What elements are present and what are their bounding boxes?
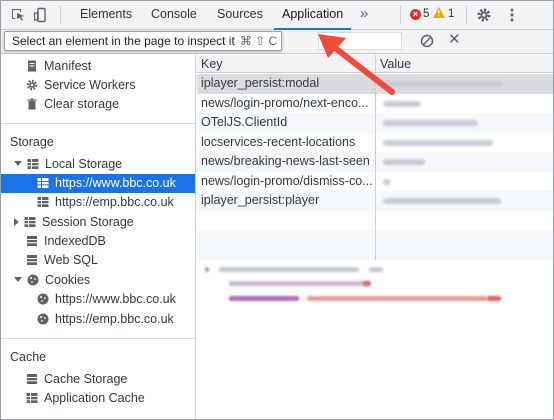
blurred-preview-text <box>229 281 369 286</box>
column-header-key[interactable]: Key <box>197 55 376 73</box>
tab-application[interactable]: Application <box>274 0 352 30</box>
sidebar-item-indexeddb[interactable]: IndexedDB <box>26 232 106 251</box>
blurred-value <box>383 100 421 107</box>
sidebar-item-cookies-emp[interactable]: https://emp.bbc.co.uk <box>37 310 174 329</box>
expand-triangle-icon[interactable] <box>14 161 22 167</box>
devtools-tab-bar: Elements Console Sources Application » ×… <box>0 0 554 30</box>
blurred-preview-text <box>229 296 299 301</box>
sidebar-item-cookies[interactable]: Cookies <box>14 271 90 290</box>
inspect-tooltip: Select an element in the page to inspect… <box>4 31 282 51</box>
tab-sources[interactable]: Sources <box>217 0 263 30</box>
table-cell-key: locservices-recent-locations <box>201 134 356 149</box>
grid-icon <box>37 177 49 188</box>
filter-input[interactable] <box>318 32 402 50</box>
blurred-value <box>383 198 501 204</box>
error-icon: × <box>410 9 421 20</box>
table-cell-key: news/login-promo/next-enco... <box>201 95 369 110</box>
grid-icon <box>26 392 38 403</box>
sidebar-item-cookies-bbc[interactable]: https://www.bbc.co.uk <box>37 290 176 309</box>
table-cell-key: news/breaking-news-last-seen <box>201 154 370 168</box>
clear-all-icon[interactable] <box>420 34 434 48</box>
application-sidebar: Manifest Service Workers Clear storage S… <box>0 55 196 420</box>
collapse-triangle-icon[interactable] <box>14 217 19 226</box>
blurred-value <box>383 139 493 146</box>
blurred-value <box>383 159 425 165</box>
more-tabs-button[interactable]: » <box>360 0 368 30</box>
tab-elements[interactable]: Elements <box>80 0 132 30</box>
sidebar-item-local-storage-bbc[interactable]: https://www.bbc.co.uk <box>0 174 195 193</box>
sidebar-item-application-cache[interactable]: Application Cache <box>26 389 145 408</box>
database-icon <box>27 373 37 384</box>
cookie-icon <box>27 274 39 286</box>
error-count[interactable]: 5 <box>423 8 429 20</box>
table-cell-key: OTelJS.ClientId <box>201 115 288 129</box>
blurred-value <box>383 120 478 126</box>
sidebar-item-clear-storage[interactable]: Clear storage <box>26 95 119 114</box>
cache-section-header: Cache <box>10 350 47 364</box>
sidebar-item-web-sql[interactable]: Web SQL <box>26 251 98 270</box>
table-cell-key: iplayer_persist:player <box>201 193 320 207</box>
sidebar-item-manifest[interactable]: Manifest <box>26 57 91 76</box>
kebab-menu-icon[interactable] <box>504 7 520 23</box>
manifest-icon <box>28 60 36 72</box>
expand-triangle-icon[interactable] <box>14 277 22 283</box>
table-cell-key: iplayer_persist:modal <box>201 76 320 90</box>
sidebar-item-service-workers[interactable]: Service Workers <box>26 76 135 95</box>
device-toolbar-icon[interactable] <box>33 7 49 23</box>
grid-icon <box>27 158 39 169</box>
tooltip-shortcut: ⌘ ⇧ C <box>239 34 278 48</box>
trash-icon <box>27 98 37 110</box>
value-preview-pane <box>197 261 554 420</box>
blurred-value <box>383 81 503 87</box>
sidebar-item-local-storage[interactable]: Local Storage <box>14 155 122 174</box>
cookie-icon <box>37 293 49 305</box>
table-cell-key: news/login-promo/dismiss-co... <box>201 173 373 188</box>
grid-icon <box>37 196 49 207</box>
tab-console[interactable]: Console <box>151 0 197 30</box>
sidebar-item-cache-storage[interactable]: Cache Storage <box>26 370 127 389</box>
settings-gear-icon[interactable] <box>476 7 492 23</box>
database-icon <box>27 254 37 265</box>
sidebar-item-session-storage[interactable]: Session Storage <box>14 213 134 232</box>
local-storage-table: Key Value iplayer_persist:modal news/log… <box>197 55 554 260</box>
grid-icon <box>24 216 36 227</box>
tooltip-text: Select an element in the page to inspect… <box>12 34 235 48</box>
blurred-preview-text <box>307 296 487 301</box>
database-icon <box>27 235 37 246</box>
inspect-element-icon[interactable] <box>10 7 26 23</box>
blurred-preview-text <box>219 267 359 272</box>
blurred-value <box>383 178 391 185</box>
cookie-icon <box>37 313 49 325</box>
storage-section-header: Storage <box>10 135 54 149</box>
gear-icon <box>26 79 38 90</box>
warning-count[interactable]: 1 <box>448 8 454 20</box>
sidebar-item-local-storage-emp[interactable]: https://emp.bbc.co.uk <box>37 193 174 212</box>
close-icon[interactable]: ✕ <box>448 31 461 49</box>
column-header-value[interactable]: Value <box>376 55 554 73</box>
column-divider[interactable] <box>375 55 376 260</box>
